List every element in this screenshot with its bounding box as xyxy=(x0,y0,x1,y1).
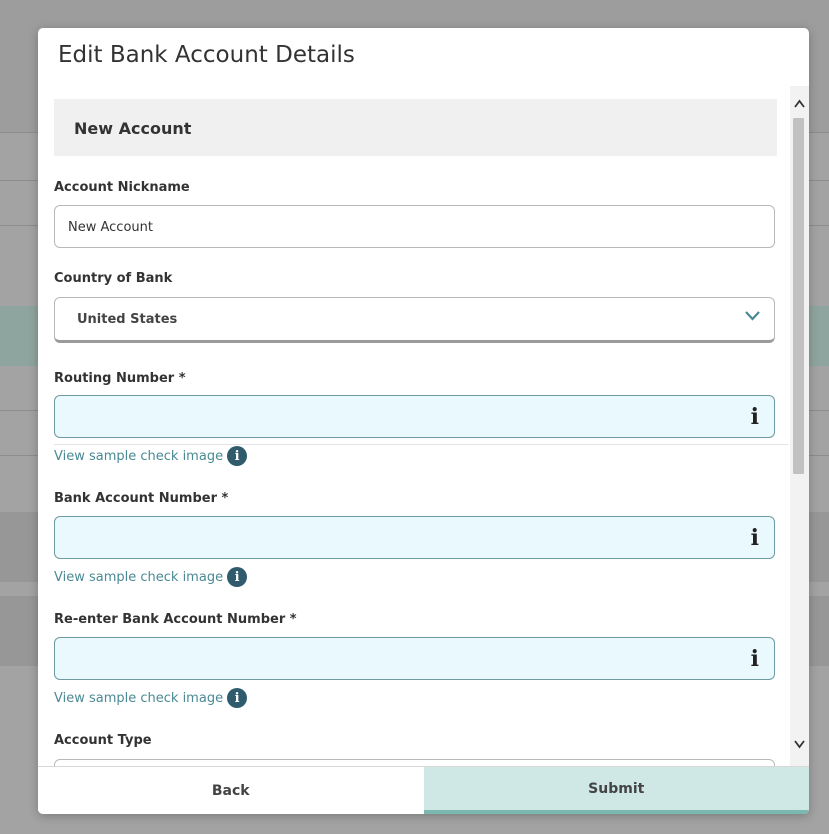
sample-check-link-text[interactable]: View sample check image xyxy=(54,691,223,706)
modal-content: New Account Account Nickname New Account… xyxy=(38,98,790,768)
section-header: New Account xyxy=(54,99,777,156)
info-circle-icon[interactable]: i xyxy=(227,567,248,587)
info-icon[interactable]: i xyxy=(751,404,759,430)
modal-footer: Back Submit xyxy=(38,766,809,814)
field-divider xyxy=(54,444,788,445)
routing-label: Routing Number * xyxy=(54,371,186,386)
account-number-input[interactable]: i xyxy=(54,516,775,559)
country-value: United States xyxy=(77,312,178,327)
scroll-up-icon[interactable] xyxy=(793,98,806,110)
submit-button[interactable]: Submit xyxy=(423,767,809,814)
info-circle-icon[interactable]: i xyxy=(227,446,248,466)
nickname-value: New Account xyxy=(68,220,153,235)
country-label: Country of Bank xyxy=(54,271,173,286)
info-circle-icon[interactable]: i xyxy=(227,688,248,708)
account-type-label: Account Type xyxy=(54,733,152,748)
back-button[interactable]: Back xyxy=(38,767,424,814)
reenter-account-input[interactable]: i xyxy=(54,637,775,680)
chevron-down-icon xyxy=(745,311,760,321)
info-icon[interactable]: i xyxy=(751,646,759,672)
reenter-sample-link[interactable]: View sample check image i xyxy=(54,688,248,708)
section-title: New Account xyxy=(74,119,192,138)
info-icon[interactable]: i xyxy=(751,525,759,551)
scroll-down-icon[interactable] xyxy=(793,738,806,750)
reenter-account-label: Re-enter Bank Account Number * xyxy=(54,612,297,627)
account-sample-link[interactable]: View sample check image i xyxy=(54,567,248,587)
routing-sample-link[interactable]: View sample check image i xyxy=(54,446,248,466)
modal-title: Edit Bank Account Details xyxy=(58,42,355,68)
country-select[interactable]: United States xyxy=(54,297,775,343)
scroll-thumb[interactable] xyxy=(793,118,804,474)
sample-check-link-text[interactable]: View sample check image xyxy=(54,570,223,585)
routing-number-input[interactable]: i xyxy=(54,395,775,438)
account-number-label: Bank Account Number * xyxy=(54,491,229,506)
nickname-label: Account Nickname xyxy=(54,180,190,195)
nickname-input[interactable]: New Account xyxy=(54,205,775,248)
edit-bank-account-modal: Edit Bank Account Details New Account Ac… xyxy=(38,28,809,814)
sample-check-link-text[interactable]: View sample check image xyxy=(54,449,223,464)
modal-scrollbar[interactable] xyxy=(790,86,809,768)
